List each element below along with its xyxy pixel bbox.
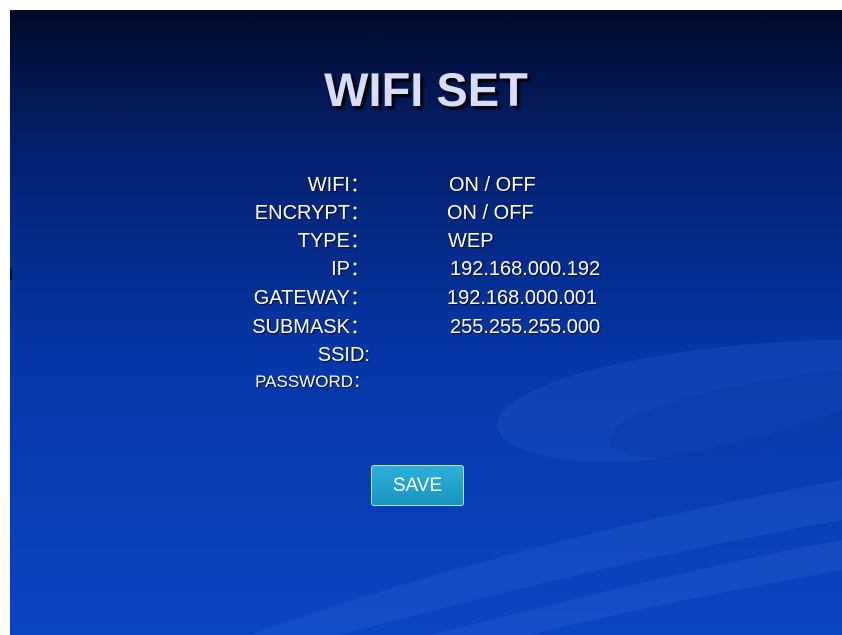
wifi-settings-screen: WIFI SET WIFI： ON / OFF ENCRYPT： ON / OF… [10,10,842,635]
gateway-label: GATEWAY： [253,287,370,309]
password-label: PASSWORD： [255,372,370,391]
type-value[interactable]: WEP [448,229,494,253]
ip-field[interactable]: 192.168.000.192 [450,257,600,281]
wifi-toggle[interactable]: ON / OFF [449,173,536,197]
submask-label: SUBMASK： [252,316,370,338]
wifi-label: WIFI： [307,174,370,196]
gateway-field[interactable]: 192.168.000.001 [447,286,597,310]
encrypt-toggle[interactable]: ON / OFF [447,201,534,225]
submask-field[interactable]: 255.255.255.000 [450,315,600,339]
save-button[interactable]: SAVE [371,465,464,506]
ssid-label: SSID: [317,344,370,366]
page-title: WIFI SET [324,63,528,116]
type-label: TYPE： [297,230,370,252]
ip-label: IP： [331,258,370,280]
encrypt-label: ENCRYPT： [254,202,370,224]
